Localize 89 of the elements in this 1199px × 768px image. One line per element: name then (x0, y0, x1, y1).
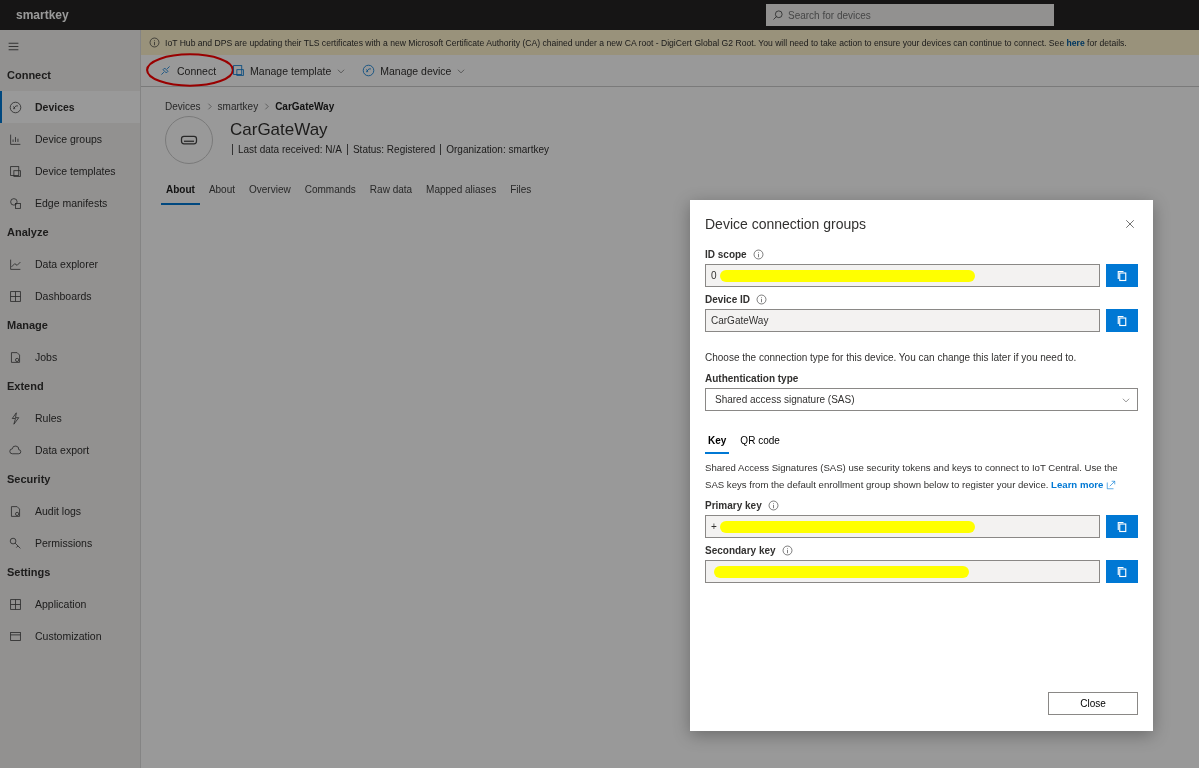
info-icon (756, 294, 768, 305)
nav-item[interactable]: Audit logs (0, 495, 140, 527)
info-icon (149, 37, 160, 48)
lightning-icon (9, 411, 22, 425)
window-icon (9, 629, 22, 643)
tab[interactable]: Overview (244, 180, 296, 205)
tab[interactable]: Raw data (364, 180, 418, 205)
intro-text: Choose the connection type for this device. You can change this later if you need to. (705, 352, 1078, 363)
chevron-right-icon (262, 102, 272, 111)
document-icon (9, 504, 22, 518)
copy-icon (1116, 314, 1128, 327)
section-heading: Extend (6, 379, 45, 394)
learn-more-link[interactable]: Learn more (1051, 476, 1117, 493)
field-label: Device ID (705, 294, 751, 305)
text-field[interactable] (705, 560, 1100, 583)
search-field[interactable]: Search for devices (766, 4, 1054, 26)
tab[interactable]: About (161, 180, 200, 205)
document-icon (9, 350, 22, 364)
breadcrumb-link[interactable]: smartkey (217, 101, 259, 112)
nav-item[interactable]: Device templates (0, 155, 140, 187)
tab[interactable]: Commands (299, 180, 361, 205)
copy-button[interactable] (1106, 264, 1138, 287)
device-meta: Status: Registered (352, 144, 436, 155)
tab[interactable]: Key (705, 433, 730, 454)
section-heading: Analyze (6, 225, 50, 240)
copy-button[interactable] (1106, 309, 1138, 332)
device-name: CarGateWay (230, 120, 329, 140)
nav-item[interactable]: Rules (0, 402, 140, 434)
tab[interactable]: QR code (737, 433, 783, 454)
description-text: Shared Access Signatures (SAS) use security tokens and keys to connect to IoT Central. Use the SAS keys from the default enrollment group shown below to register your device. Learn more (705, 459, 1138, 493)
cloud-icon (9, 443, 22, 457)
field-label: Secondary key (705, 545, 776, 556)
info-icon (752, 249, 764, 260)
copy-icon (1116, 520, 1128, 533)
nav-item[interactable]: Application (0, 588, 140, 620)
section-heading: Security (6, 472, 52, 487)
close-icon (1124, 218, 1136, 230)
device-icon (362, 64, 376, 77)
section-heading: Settings (6, 565, 52, 580)
close-button[interactable]: Close (1048, 692, 1138, 715)
grid-icon (9, 597, 22, 611)
info-icon (767, 500, 779, 511)
text-field[interactable]: + (705, 515, 1100, 538)
app-title: smartkey (16, 8, 69, 22)
section-heading: Connect (6, 68, 52, 83)
field-label: Authentication type (705, 373, 800, 384)
nav-item[interactable]: Permissions (0, 527, 140, 559)
toolbar-button[interactable]: Manage template (226, 60, 353, 81)
tab[interactable]: About (203, 180, 241, 205)
tab[interactable]: Mapped aliases (421, 180, 502, 205)
banner-text: IoT Hub and DPS are updating their TLS certificates with a new Microsoft Certificate Authority (CA) chained under a new CA root - DigiCert Global G2 Root. You will need to take action to ensure your devices can continue to connect. See here for details. (165, 37, 1127, 48)
bar-chart-icon (9, 132, 22, 146)
breadcrumb-link[interactable]: Devices (165, 101, 201, 112)
nav-item[interactable]: Customization (0, 620, 140, 652)
menu-icon (7, 40, 20, 53)
breadcrumb-link[interactable]: CarGateWay (275, 101, 335, 112)
template-icon (9, 164, 22, 178)
nav-item[interactable]: Data explorer (0, 248, 140, 280)
search-icon (772, 9, 784, 21)
template-icon (232, 64, 246, 77)
copy-icon (1116, 565, 1128, 578)
field-label: ID scope (705, 249, 747, 260)
device-meta: Organization: smartkey (446, 144, 550, 155)
toolbar-button[interactable]: Manage device (356, 60, 473, 81)
nav-item[interactable]: Data export (0, 434, 140, 466)
text-field[interactable]: 0 (705, 264, 1100, 287)
section-heading: Manage (6, 318, 49, 333)
nav-item[interactable]: Jobs (0, 341, 140, 373)
copy-icon (1116, 269, 1128, 282)
gear-icon (9, 196, 22, 210)
tab[interactable]: Files (505, 180, 537, 205)
here-link[interactable]: here (1066, 37, 1085, 48)
copy-button[interactable] (1106, 560, 1138, 583)
device-meta: Last data received: N/A (238, 144, 342, 155)
device-icon (9, 100, 22, 114)
nav-item[interactable]: Devices (0, 91, 140, 123)
grid-icon (9, 289, 22, 303)
plug-icon (159, 64, 172, 77)
info-icon (781, 545, 793, 556)
copy-button[interactable] (1106, 515, 1138, 538)
nav-item[interactable]: Dashboards (0, 280, 140, 312)
line-chart-icon (9, 257, 22, 271)
nav-item[interactable]: Edge manifests (0, 187, 140, 219)
field-label: Primary key (705, 500, 762, 511)
dialog-title: Device connection groups (705, 216, 867, 232)
external-link-icon (1106, 479, 1117, 490)
authentication-dropdown[interactable]: Shared access signature (SAS) (705, 388, 1138, 411)
text-field[interactable]: CarGateWay (705, 309, 1100, 332)
nav-item[interactable]: Device groups (0, 123, 140, 155)
